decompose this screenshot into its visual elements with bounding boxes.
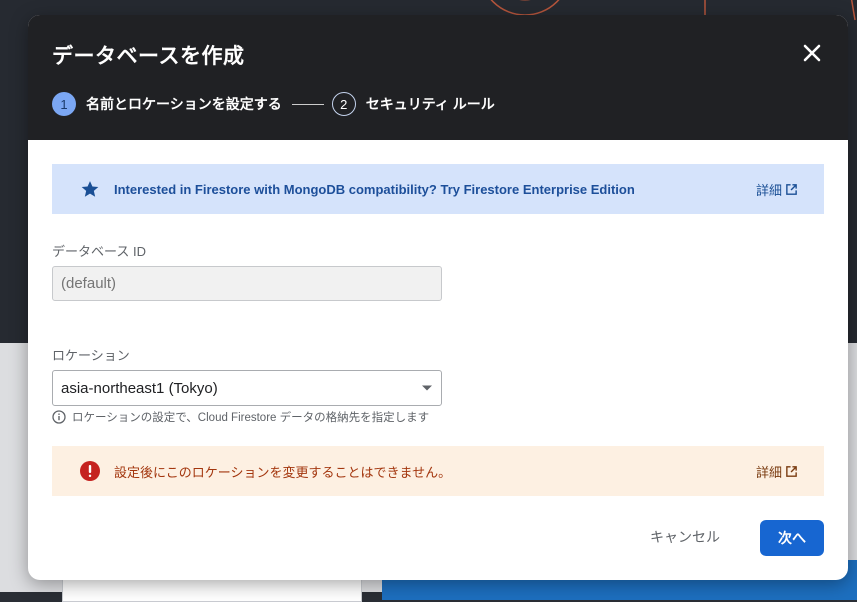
location-hint-text: ロケーションの設定で、Cloud Firestore データの格納先を指定します bbox=[72, 412, 430, 424]
step-2-number: 2 bbox=[331, 92, 356, 116]
info-icon bbox=[52, 410, 66, 424]
warning-learn-more-link[interactable]: 詳細 bbox=[756, 462, 798, 481]
location-hint: ロケーションの設定で、Cloud Firestore データの格納先を指定します bbox=[52, 409, 429, 425]
step-1-label: 名前とロケーションを設定する bbox=[86, 96, 282, 112]
step-2-label: セキュリティ ルール bbox=[365, 96, 495, 112]
info-learn-more-link[interactable]: 詳細 bbox=[756, 180, 798, 199]
create-database-dialog: データベースを作成 1 名前とロケーションを設定する 2 セキュリティ ルール … bbox=[28, 15, 848, 580]
dropdown-arrow-icon bbox=[422, 385, 432, 391]
location-select-value: asia-northeast1 (Tokyo) bbox=[61, 379, 218, 397]
warning-learn-more-label: 詳細 bbox=[755, 464, 782, 480]
cancel-button[interactable]: キャンセル bbox=[640, 520, 730, 554]
open-in-new-icon bbox=[786, 183, 797, 195]
next-button[interactable]: 次へ bbox=[760, 520, 824, 556]
warning-banner: 設定後にこのロケーションを変更することはできません。 詳細 bbox=[52, 446, 824, 496]
dialog-title: データベースを作成 bbox=[52, 45, 245, 68]
close-icon bbox=[803, 44, 821, 62]
database-id-input[interactable] bbox=[52, 266, 442, 301]
error-icon bbox=[78, 459, 102, 483]
info-learn-more-label: 詳細 bbox=[755, 182, 782, 198]
star-icon bbox=[78, 177, 102, 201]
location-select[interactable]: asia-northeast1 (Tokyo) bbox=[52, 370, 442, 406]
location-label: ロケーション bbox=[52, 348, 130, 363]
info-banner: Interested in Firestore with MongoDB com… bbox=[52, 164, 824, 214]
open-in-new-icon bbox=[786, 465, 797, 477]
close-button[interactable] bbox=[798, 39, 826, 67]
database-id-label: データベース ID bbox=[52, 244, 146, 259]
step-1-number: 1 bbox=[52, 92, 76, 116]
stepper: 1 名前とロケーションを設定する 2 セキュリティ ルール bbox=[52, 91, 495, 117]
info-banner-text: Interested in Firestore with MongoDB com… bbox=[114, 181, 635, 197]
dialog-header: データベースを作成 1 名前とロケーションを設定する 2 セキュリティ ルール bbox=[28, 15, 848, 140]
warning-banner-text: 設定後にこのロケーションを変更することはできません。 bbox=[114, 464, 452, 480]
step-connector bbox=[291, 103, 324, 105]
